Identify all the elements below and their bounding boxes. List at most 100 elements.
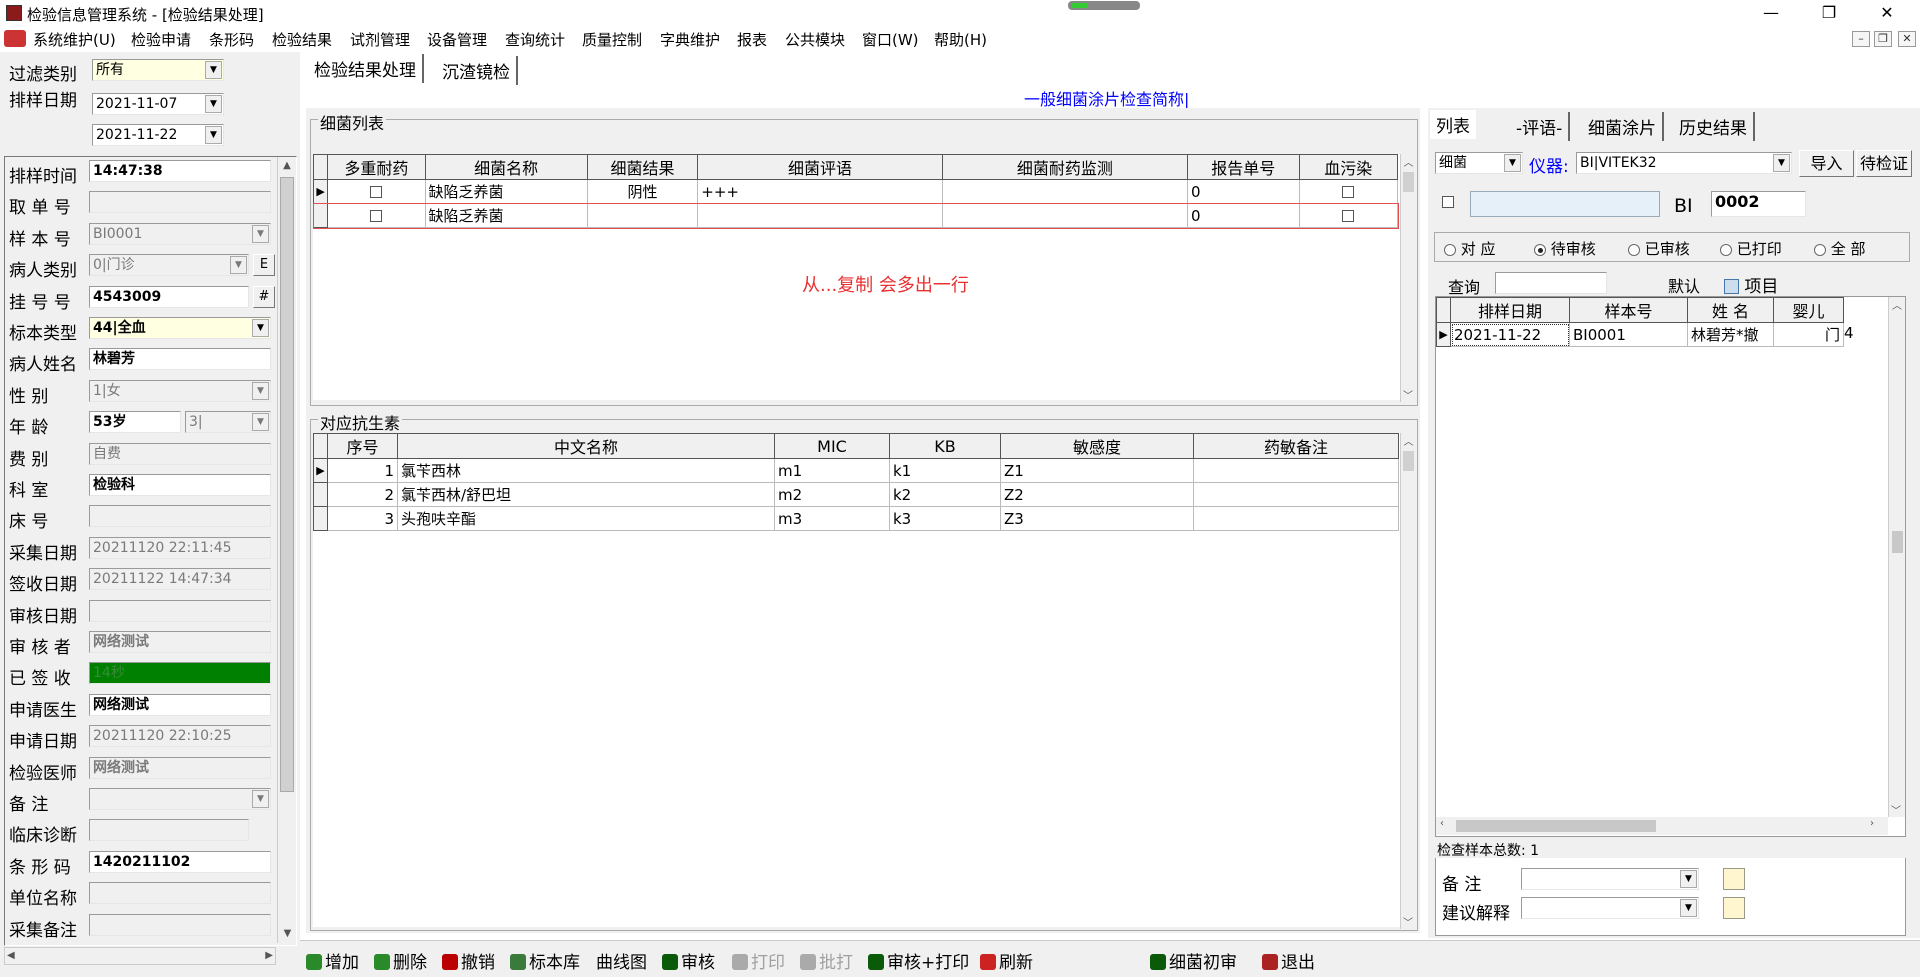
patient-hscrollbar[interactable]: ◀ ▶ bbox=[4, 947, 276, 965]
patient-field-value[interactable] bbox=[89, 882, 271, 905]
chevron-down-icon[interactable]: ▼ bbox=[1680, 870, 1697, 888]
scroll-thumb[interactable] bbox=[1403, 172, 1414, 192]
menu-results[interactable]: 检验结果 bbox=[272, 29, 332, 50]
list-date-cell[interactable]: 2021-11-22 bbox=[1450, 322, 1570, 347]
note-cell[interactable] bbox=[1193, 506, 1399, 531]
toolbar-button-2[interactable]: 撤销 bbox=[442, 948, 495, 973]
report-no-cell[interactable]: 0 bbox=[1187, 203, 1300, 228]
scroll-down-icon[interactable]: ▼ bbox=[278, 925, 296, 943]
mdi-app-icon[interactable] bbox=[4, 30, 26, 47]
bacteria-result-cell[interactable] bbox=[586, 203, 699, 228]
tab-list[interactable]: 列表 bbox=[1430, 110, 1476, 139]
menu-reagent[interactable]: 试剂管理 bbox=[350, 29, 410, 50]
patient-field-value[interactable]: 1|女 ▼ bbox=[89, 379, 271, 402]
tab-smear[interactable]: 细菌涂片 bbox=[1582, 112, 1664, 141]
type-select[interactable]: 细菌 ▼ bbox=[1435, 152, 1523, 174]
antibiotic-name-cell[interactable]: 头孢呋辛酯 bbox=[397, 506, 775, 531]
hscroll-thumb[interactable] bbox=[1456, 820, 1656, 832]
toolbar-button-11[interactable]: 退出 bbox=[1262, 948, 1315, 973]
sensitivity-cell[interactable]: Z2 bbox=[1000, 482, 1194, 507]
kb-cell[interactable]: k1 bbox=[889, 458, 1001, 483]
bacteria-resistance-cell[interactable] bbox=[941, 203, 1189, 228]
patient-field-value[interactable]: ▼ bbox=[89, 788, 271, 810]
list-header-date[interactable]: 排样日期 bbox=[1450, 297, 1570, 323]
toolbar-button-1[interactable]: 删除 bbox=[374, 948, 427, 973]
radio-match[interactable]: 对 应 bbox=[1444, 238, 1496, 259]
minimize-button[interactable]: — bbox=[1748, 0, 1794, 26]
chevron-down-icon[interactable]: ▼ bbox=[252, 319, 269, 337]
antibiotic-scrollbar[interactable]: ︿ ﹀ bbox=[1400, 433, 1416, 929]
patient-field-value[interactable]: 网络测试 bbox=[89, 756, 271, 779]
seq-cell[interactable]: 3 bbox=[327, 506, 398, 531]
patient-field-button[interactable]: E bbox=[253, 254, 275, 277]
bacteria-comment-cell[interactable]: +++ bbox=[697, 179, 943, 204]
chevron-down-icon[interactable]: ▼ bbox=[252, 224, 269, 243]
chevron-down-icon[interactable]: ▼ bbox=[230, 256, 247, 275]
sensitivity-cell[interactable]: Z3 bbox=[1000, 506, 1194, 531]
patient-field-value[interactable]: 林碧芳 bbox=[89, 348, 271, 371]
list-item[interactable]: ▶ 2021-11-22 BI0001 林碧芳*撤 门 bbox=[1436, 322, 1844, 347]
list-hscrollbar[interactable]: ‹ › bbox=[1436, 817, 1888, 835]
toolbar-button-3[interactable]: 标本库 bbox=[510, 948, 580, 973]
scroll-left-icon[interactable]: ◀ bbox=[7, 950, 15, 961]
chevron-down-icon[interactable]: ▼ bbox=[1680, 899, 1697, 917]
list-name-cell[interactable]: 林碧芳*撤 bbox=[1687, 322, 1774, 347]
multidrug-checkbox[interactable] bbox=[370, 186, 383, 198]
scroll-up-icon[interactable]: ︿ bbox=[1889, 297, 1905, 312]
radio-pending[interactable]: 待审核 bbox=[1534, 238, 1596, 259]
toolbar-button-7[interactable]: 批打 bbox=[800, 948, 853, 973]
blood-checkbox[interactable] bbox=[1342, 210, 1355, 222]
tab-history[interactable]: 历史结果 bbox=[1673, 112, 1755, 141]
menu-request[interactable]: 检验申请 bbox=[131, 29, 191, 50]
blood-checkbox[interactable] bbox=[1342, 186, 1355, 198]
scroll-up-icon[interactable]: ︿ bbox=[1401, 154, 1416, 169]
bacteria-result-cell[interactable]: 阴性 bbox=[586, 179, 699, 204]
toolbar-button-4[interactable]: 曲线图 bbox=[596, 948, 647, 973]
patient-field-value[interactable]: 15600010001 bbox=[89, 945, 271, 946]
menu-query[interactable]: 查询统计 bbox=[505, 29, 565, 50]
mdi-close-button[interactable]: ✕ bbox=[1898, 31, 1916, 47]
kb-cell[interactable]: k2 bbox=[889, 482, 1001, 507]
date-to-picker[interactable]: 2021-11-22 ▼ bbox=[92, 124, 224, 146]
query-input[interactable] bbox=[1495, 272, 1607, 294]
scroll-right-icon[interactable]: › bbox=[1870, 818, 1874, 829]
sample-number-input[interactable]: 0002 bbox=[1711, 191, 1806, 217]
list-header-infant[interactable]: 婴儿 bbox=[1773, 297, 1844, 323]
patient-field-value[interactable] bbox=[89, 505, 271, 528]
list-sample-cell[interactable]: BI0001 bbox=[1569, 322, 1688, 347]
bacteria-header-report-no[interactable]: 报告单号 bbox=[1187, 154, 1300, 180]
mdi-restore-button[interactable]: ❐ bbox=[1874, 31, 1892, 47]
bacteria-header-resistance[interactable]: 细菌耐药监测 bbox=[941, 154, 1189, 180]
seq-cell[interactable]: 1 bbox=[327, 458, 398, 483]
patient-field-value[interactable]: 14秒 bbox=[89, 662, 271, 685]
menu-report[interactable]: 报表 bbox=[737, 29, 767, 50]
table-row[interactable]: 3 头孢呋辛酯 m3 k3 Z3 bbox=[313, 506, 1399, 531]
scroll-down-icon[interactable]: ﹀ bbox=[1891, 802, 1901, 817]
sensitivity-cell[interactable]: Z1 bbox=[1000, 458, 1194, 483]
filter-category-select[interactable]: 所有 ▼ bbox=[92, 59, 224, 81]
age-unit-select[interactable]: 3| ▼ bbox=[185, 411, 271, 434]
patient-field-value[interactable]: 1420211102 bbox=[89, 850, 271, 873]
scroll-thumb[interactable] bbox=[1892, 531, 1903, 553]
bacteria-scrollbar[interactable]: ︿ ﹀ bbox=[1400, 154, 1416, 402]
chevron-down-icon[interactable]: ▼ bbox=[252, 413, 269, 432]
menu-window[interactable]: 窗口(W) bbox=[862, 29, 919, 50]
chevron-down-icon[interactable]: ▼ bbox=[1504, 154, 1521, 172]
radio-printed-icon[interactable] bbox=[1720, 243, 1732, 256]
toolbar-button-10[interactable]: 细菌初审 bbox=[1150, 948, 1237, 973]
menu-system[interactable]: 系统维护(U) bbox=[33, 29, 116, 50]
bacteria-comment-cell[interactable] bbox=[697, 203, 943, 228]
radio-pending-icon[interactable] bbox=[1534, 243, 1546, 256]
tab-comment[interactable]: -评语- bbox=[1510, 112, 1571, 141]
patient-field-value[interactable]: 检验科 bbox=[89, 474, 271, 496]
bacteria-header-blood[interactable]: 血污染 bbox=[1298, 154, 1399, 180]
query-button[interactable]: 查询 bbox=[1448, 274, 1480, 298]
chevron-down-icon[interactable]: ▼ bbox=[205, 126, 222, 144]
scroll-thumb[interactable] bbox=[280, 177, 294, 792]
note-cell[interactable] bbox=[1193, 458, 1399, 483]
seq-cell[interactable]: 2 bbox=[327, 482, 398, 507]
menu-help[interactable]: 帮助(H) bbox=[934, 29, 987, 50]
close-button[interactable]: ✕ bbox=[1864, 0, 1910, 26]
default-button[interactable]: 默认 bbox=[1668, 273, 1700, 297]
scroll-up-icon[interactable]: ︿ bbox=[1401, 433, 1416, 448]
